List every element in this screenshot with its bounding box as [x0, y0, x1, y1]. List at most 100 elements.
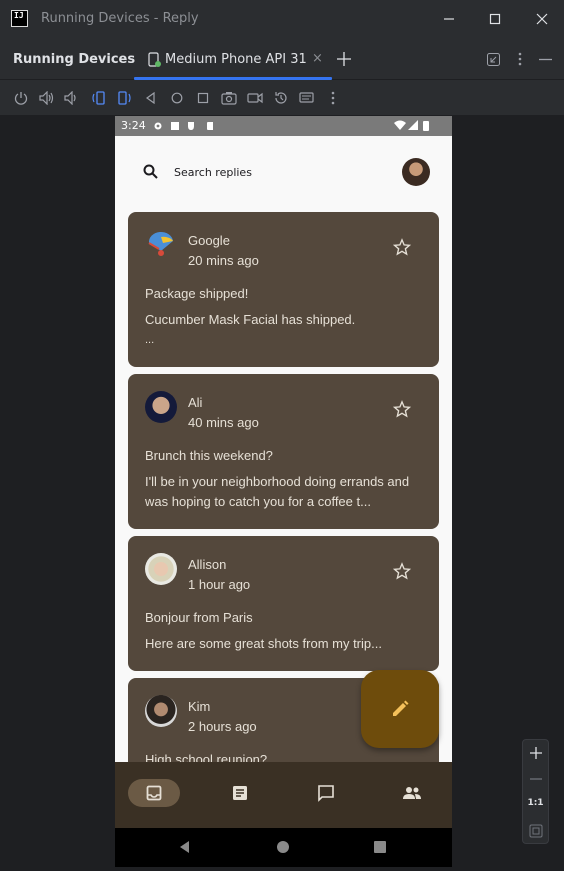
screenshot-button[interactable] — [220, 89, 238, 107]
email-preview: Here are some great shots from my trip..… — [145, 636, 382, 651]
nav-contacts[interactable] — [386, 779, 438, 807]
article-icon — [233, 786, 247, 800]
back-button[interactable] — [142, 89, 160, 107]
reset-button[interactable] — [272, 89, 290, 107]
minimize-button[interactable] — [439, 9, 459, 29]
volume-up-icon — [39, 91, 54, 105]
device-icon — [148, 52, 161, 67]
window-title: Running Devices - Reply — [41, 11, 199, 26]
back-icon — [145, 92, 155, 104]
panel-title: Running Devices — [13, 52, 136, 67]
maximize-icon — [489, 13, 501, 25]
tab-label: Medium Phone API 31 — [165, 52, 307, 67]
nav-articles[interactable] — [214, 779, 266, 807]
back-triangle-icon[interactable] — [178, 840, 192, 854]
system-navigation-bar — [115, 828, 452, 867]
sender-avatar — [145, 229, 177, 261]
email-time: 1 hour ago — [188, 577, 251, 592]
profile-avatar[interactable] — [402, 158, 430, 186]
sender-name: Ali — [188, 395, 203, 410]
search-icon — [143, 164, 158, 179]
nav-inbox[interactable] — [128, 779, 180, 807]
zoom-controls: 1:1 — [522, 739, 549, 844]
zoom-out-icon[interactable] — [529, 772, 543, 786]
recents-square-icon[interactable] — [373, 840, 387, 854]
email-card[interactable]: Allison 1 hour ago Bonjour from Paris He… — [128, 536, 439, 671]
email-time: 2 hours ago — [188, 719, 257, 734]
video-camera-icon — [247, 92, 263, 104]
star-icon[interactable] — [393, 400, 411, 418]
title-bar: IJ Running Devices - Reply — [0, 0, 564, 38]
star-icon[interactable] — [393, 562, 411, 580]
chat-icon — [318, 785, 334, 802]
sender-name: Kim — [188, 699, 211, 714]
overview-icon — [197, 92, 209, 104]
rotate-left-icon — [92, 91, 105, 105]
email-subject: Bonjour from Paris — [145, 610, 253, 625]
email-subject: Package shipped! — [145, 286, 249, 301]
email-time: 40 mins ago — [188, 415, 259, 430]
volume-down-icon — [64, 91, 76, 105]
more-options-icon[interactable] — [517, 52, 523, 66]
email-preview: Cucumber Mask Facial has shipped. — [145, 312, 356, 327]
inbox-icon — [146, 785, 162, 801]
sender-avatar — [145, 553, 177, 585]
volume-down-button[interactable] — [62, 89, 80, 107]
tool-window-header: Running Devices Medium Phone API 31 × — [0, 39, 564, 80]
status-bar: 3:24 — [115, 116, 452, 136]
email-card[interactable]: Ali 40 mins ago Brunch this weekend? I'l… — [128, 374, 439, 529]
people-icon — [403, 787, 421, 799]
tab-close-icon[interactable]: × — [312, 51, 323, 66]
google-avatar-icon — [148, 231, 173, 256]
search-input[interactable]: Search replies — [174, 166, 252, 179]
sender-name: Allison — [188, 557, 227, 572]
home-circle-icon[interactable] — [276, 840, 290, 854]
zoom-in-icon[interactable] — [529, 746, 543, 760]
keyboard-icon — [299, 92, 314, 103]
sender-avatar — [145, 695, 177, 727]
home-icon — [171, 92, 183, 104]
add-tab-icon[interactable] — [337, 52, 351, 66]
email-time: 20 mins ago — [188, 253, 259, 268]
camera-icon — [221, 92, 237, 105]
rotate-right-icon — [118, 91, 131, 105]
sender-name: Google — [188, 233, 230, 248]
search-bar[interactable]: Search replies — [115, 136, 452, 212]
hide-panel-icon[interactable] — [539, 58, 552, 61]
home-button[interactable] — [168, 89, 186, 107]
compose-button[interactable] — [361, 670, 439, 748]
power-icon — [14, 92, 28, 105]
email-preview: I'll be in your neighborhood doing erran… — [145, 474, 410, 509]
bottom-navigation — [115, 762, 452, 828]
overview-button[interactable] — [194, 89, 212, 107]
app-logo: IJ — [11, 10, 28, 27]
signal-battery-icons — [394, 120, 429, 131]
rotate-right-button[interactable] — [116, 89, 134, 107]
zoom-fit-icon[interactable] — [529, 824, 543, 838]
email-more: ... — [145, 334, 155, 346]
nav-messages[interactable] — [300, 779, 352, 807]
collapse-icon[interactable] — [487, 53, 500, 66]
status-time: 3:24 — [121, 119, 146, 132]
close-window-button[interactable] — [532, 9, 552, 29]
volume-up-button[interactable] — [38, 89, 56, 107]
maximize-button[interactable] — [485, 9, 505, 29]
rotate-left-button[interactable] — [89, 89, 107, 107]
screen-record-button[interactable] — [246, 89, 264, 107]
tab-active-indicator — [134, 77, 332, 80]
more-actions-button[interactable] — [324, 89, 342, 107]
zoom-actual-size[interactable]: 1:1 — [523, 798, 548, 808]
tab-medium-phone[interactable]: Medium Phone API 31 × — [134, 39, 332, 80]
sender-avatar — [145, 391, 177, 423]
more-vertical-icon — [331, 91, 335, 105]
email-card[interactable]: Google 20 mins ago Package shipped! Cucu… — [128, 212, 439, 367]
keyboard-button[interactable] — [298, 89, 316, 107]
power-button[interactable] — [12, 89, 30, 107]
phone-screen[interactable]: 3:24 Search replies Google 20 mins ago P… — [115, 116, 452, 867]
edit-icon — [393, 700, 409, 716]
notification-icons — [154, 122, 213, 130]
email-subject: Brunch this weekend? — [145, 448, 273, 463]
history-icon — [275, 92, 287, 104]
minimize-icon — [444, 18, 454, 20]
star-icon[interactable] — [393, 238, 411, 256]
